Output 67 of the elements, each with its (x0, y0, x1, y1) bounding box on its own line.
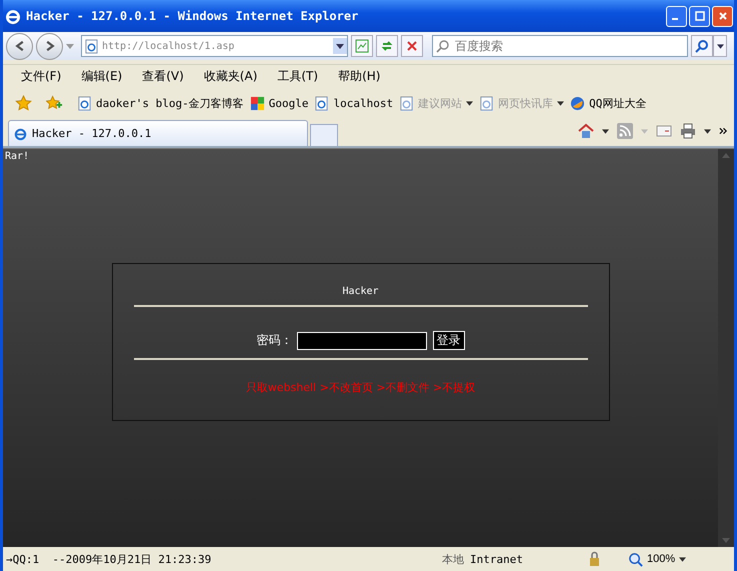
refresh-button[interactable] (376, 35, 398, 57)
add-favorite-icon[interactable] (46, 95, 63, 111)
search-options-button[interactable] (713, 35, 727, 57)
globe-icon (570, 96, 586, 110)
zone-label: 本地 (442, 552, 464, 566)
printer-icon[interactable] (680, 123, 696, 139)
feed-icon[interactable] (617, 123, 633, 139)
address-field[interactable]: http://localhost/1.asp (81, 35, 348, 57)
caret-icon (466, 100, 474, 106)
favorites-star-icon[interactable] (15, 95, 32, 111)
maximize-button[interactable] (689, 6, 710, 26)
page-text: Rar! (5, 151, 30, 162)
stop-button[interactable] (401, 35, 423, 57)
password-field[interactable] (296, 332, 426, 350)
caret-icon (679, 556, 686, 562)
notice-text: 只取webshell >不改首页 >不删文件 >不提权 (246, 380, 476, 395)
search-icon (695, 39, 709, 53)
colored-squares-icon (250, 96, 265, 110)
forward-button[interactable] (36, 32, 63, 60)
browser-logo-icon (13, 126, 28, 141)
menu-item[interactable]: 文件(F) (21, 68, 62, 84)
page-icon (399, 96, 414, 110)
home-icon[interactable] (578, 123, 594, 139)
stop-icon (405, 39, 419, 53)
minimize-button[interactable] (666, 6, 687, 26)
login-title: Hacker (342, 286, 379, 297)
status-text: →QQ:1 --2009年10月21日 21:23:39 (6, 552, 212, 566)
favorite-link[interactable]: daoker's blog-金刀客博客 (77, 96, 244, 110)
minimize-icon (672, 18, 678, 20)
window-title: Hacker - 127.0.0.1 - Windows Internet Explorer (26, 9, 360, 23)
page-icon (314, 96, 330, 110)
favorite-link[interactable]: QQ网址大全 (570, 96, 646, 110)
chevron-icon[interactable] (719, 127, 728, 135)
dropdown-icon[interactable] (333, 37, 347, 55)
search-field[interactable]: 百度搜索 (432, 35, 688, 57)
caret-icon (557, 100, 564, 106)
menu-item[interactable]: 查看(V) (142, 68, 184, 84)
favorite-link[interactable]: localhost (314, 96, 394, 110)
menu-item[interactable]: 编辑(E) (81, 68, 122, 84)
menu-item[interactable]: 收藏夹(A) (204, 68, 258, 84)
close-button[interactable] (712, 6, 733, 26)
back-button[interactable] (6, 32, 33, 60)
caret-icon[interactable] (602, 128, 609, 134)
login-button[interactable]: 登录 (432, 331, 464, 350)
browser-tab[interactable]: Hacker - 127.0.0.1 (8, 120, 308, 146)
browser-logo-icon (4, 7, 22, 25)
password-label: 密码： (256, 332, 292, 349)
chart-page-icon (355, 39, 369, 53)
magnifier-icon (628, 552, 643, 566)
maximize-icon (694, 11, 704, 21)
page-icon (77, 96, 92, 110)
close-icon (718, 11, 728, 21)
page-icon (85, 38, 98, 54)
zoom-button[interactable]: 100% (622, 550, 692, 568)
menu-item[interactable]: 工具(T) (277, 68, 318, 84)
caret-icon[interactable] (704, 128, 711, 134)
refresh-icon (380, 39, 394, 53)
menu-item[interactable]: 帮助(H) (338, 68, 380, 84)
favorite-link[interactable]: Google (250, 96, 308, 110)
search-button[interactable] (691, 35, 713, 57)
search-icon (436, 39, 450, 53)
mail-icon[interactable] (656, 123, 672, 139)
caret-icon (716, 44, 724, 48)
page-icon (479, 96, 494, 110)
url-text: http://localhost/1.asp (102, 40, 236, 52)
zone-name: Intranet (470, 552, 524, 566)
back-arrow-icon (12, 39, 26, 53)
